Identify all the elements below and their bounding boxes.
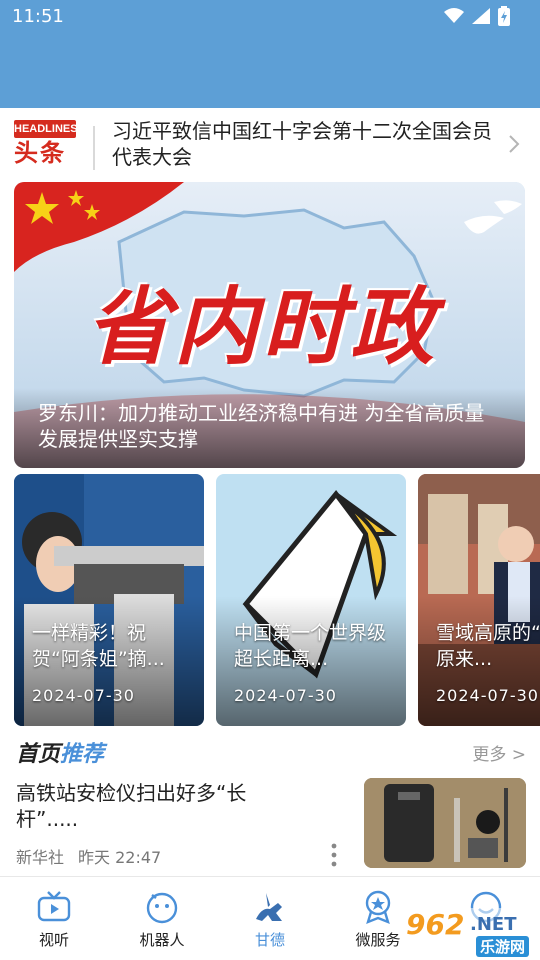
news-thumbnail: [364, 778, 526, 868]
signal-icon: [472, 8, 490, 24]
divider: [93, 126, 95, 170]
card-title: 中国第一个世界级超长距离...: [234, 622, 387, 670]
headlines-logo: HEADLINES 头条: [14, 120, 78, 170]
news-card[interactable]: 中国第一个世界级超长距离... 2024-07-30: [216, 474, 406, 726]
headlines-logo-zh: 头条: [14, 139, 66, 167]
wifi-icon: [444, 8, 464, 23]
news-time: 昨天 22:47: [78, 848, 162, 867]
app-header: 11:51: [0, 0, 540, 108]
news-source: 新华社: [16, 848, 65, 867]
section-title-recommend: 推荐: [60, 742, 105, 767]
card-date: 2024-07-30: [234, 686, 337, 705]
news-card[interactable]: 一样精彩！祝贺“阿条姐”摘... 2024-07-30: [14, 474, 204, 726]
section-title-home: 首页: [16, 742, 61, 767]
nav-label: 视听: [38, 931, 69, 949]
hero-caption: 罗东川：加力推动工业经济稳中有进 为全省高质量发展提供坚实支撑: [14, 388, 525, 468]
chevron-right-icon[interactable]: [504, 132, 524, 156]
watermark-number: 962: [406, 908, 465, 941]
nav-label: 机器人: [139, 931, 185, 949]
card-date: 2024-07-30: [436, 686, 539, 705]
status-icons: [444, 6, 510, 26]
news-meta: 新华社 昨天 22:47: [16, 844, 175, 868]
nav-item-listen[interactable]: 视听: [4, 877, 104, 960]
headlines-logo-en: HEADLINES: [14, 120, 78, 138]
news-title: 高铁站安检仪扫出好多“长杆”.....: [16, 781, 247, 831]
more-vertical-icon[interactable]: [328, 842, 340, 868]
news-card-carousel[interactable]: 一样精彩！祝贺“阿条姐”摘... 2024-07-30 中国第一个世界级超长距离…: [14, 474, 540, 726]
watermark-sub: 乐游网: [476, 936, 530, 957]
status-time: 11:51: [12, 6, 64, 27]
news-thumbnail-image: [364, 778, 526, 868]
battery-icon: [498, 6, 510, 26]
news-card[interactable]: 雪域高原的“藏”，原来... 2024-07-30: [418, 474, 540, 726]
hero-banner[interactable]: 省内时政 罗东川：加力推动工业经济稳中有进 为全省高质量发展提供坚实支撑: [14, 182, 525, 468]
robot-icon: [146, 892, 178, 924]
service-badge-icon: [365, 890, 391, 925]
nav-item-robot[interactable]: 机器人: [112, 877, 212, 960]
nav-item-gande[interactable]: 甘德: [220, 877, 320, 960]
site-watermark: 962 .NET 乐游网: [400, 908, 540, 960]
headline-text[interactable]: 习近平致信中国红十字会第十二次全国会员代表大会: [112, 118, 502, 170]
nav-label: 甘德: [254, 931, 285, 949]
watermark-suffix: .NET: [470, 914, 517, 935]
card-date: 2024-07-30: [32, 686, 135, 705]
card-title: 一样精彩！祝贺“阿条姐”摘...: [32, 622, 165, 670]
more-link[interactable]: 更多 >: [472, 740, 526, 765]
card-title: 雪域高原的“藏”，原来...: [436, 622, 540, 670]
horse-rider-icon: [256, 893, 282, 921]
tv-icon: [37, 891, 71, 922]
section-header: 首页推荐 更多 >: [16, 736, 526, 768]
headline-row[interactable]: HEADLINES 头条 习近平致信中国红十字会第十二次全国会员代表大会: [0, 108, 540, 182]
hero-banner-text: 省内时政: [86, 278, 439, 376]
news-list-item[interactable]: 高铁站安检仪扫出好多“长杆”..... 新华社 昨天 22:47: [16, 778, 526, 872]
